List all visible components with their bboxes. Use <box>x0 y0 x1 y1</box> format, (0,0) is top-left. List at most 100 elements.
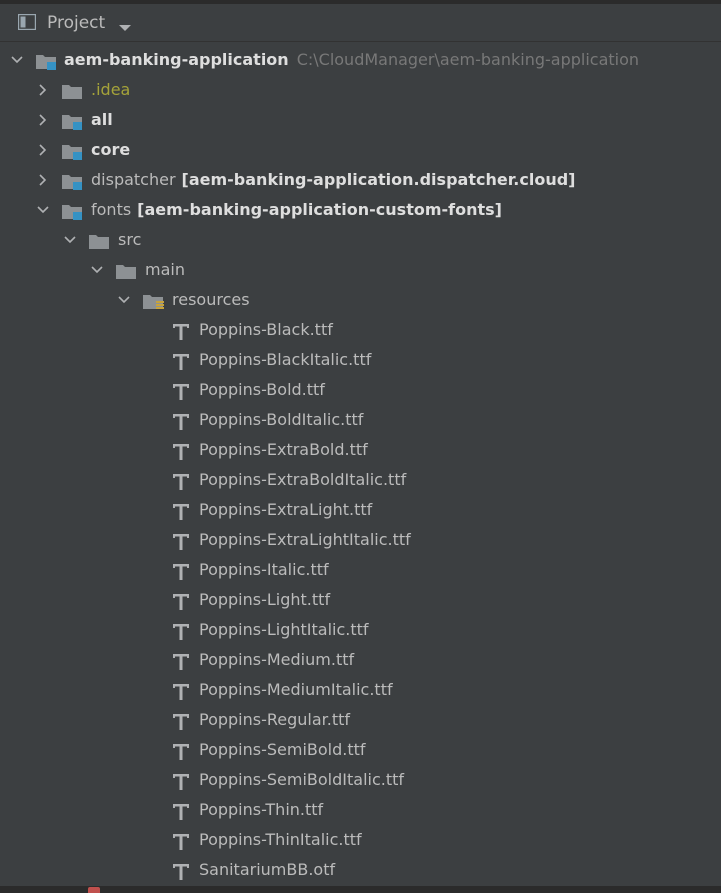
chevron-down-icon[interactable] <box>10 53 24 67</box>
module-folder-icon <box>62 113 84 131</box>
bottom-toolbar <box>0 886 721 893</box>
project-panel-header: Project <box>0 4 721 42</box>
chevron-right-icon[interactable] <box>36 113 50 127</box>
tree-item-label: all <box>91 110 113 129</box>
tree-item-dispatcher[interactable]: dispatcher [aem-banking-application.dispa… <box>0 166 721 196</box>
module-folder-icon <box>62 143 84 161</box>
tree-item-idea[interactable]: .idea <box>0 76 721 106</box>
font-file-icon <box>172 443 190 461</box>
module-folder-icon <box>62 203 84 221</box>
tree-item-file[interactable]: Poppins-Medium.ttf <box>0 646 721 676</box>
tree-item-file[interactable]: Poppins-BoldItalic.ttf <box>0 406 721 436</box>
module-folder-icon <box>62 173 84 191</box>
tree-item-file[interactable]: Poppins-Black.ttf <box>0 316 721 346</box>
tree-item-label: Poppins-ExtraBoldItalic.ttf <box>199 470 407 489</box>
font-file-icon <box>172 563 190 581</box>
project-tree[interactable]: aem-banking-application C:\CloudManager\a… <box>0 46 721 886</box>
tree-item-file[interactable]: Poppins-SemiBold.ttf <box>0 736 721 766</box>
tree-item-file[interactable]: Poppins-ExtraLight.ttf <box>0 496 721 526</box>
tree-item-file[interactable]: Poppins-Bold.ttf <box>0 376 721 406</box>
tree-item-label: aem-banking-application C:\CloudManager\a… <box>64 50 639 69</box>
font-file-icon <box>172 713 190 731</box>
tree-item-label: Poppins-ThinItalic.ttf <box>199 830 362 849</box>
tree-item-label: src <box>118 230 142 249</box>
artifact-name: [aem-banking-application-custom-fonts] <box>137 200 502 219</box>
font-file-icon <box>172 533 190 551</box>
tree-item-fonts[interactable]: fonts [aem-banking-application-custom-fon… <box>0 196 721 226</box>
tree-item-label: Poppins-ExtraLightItalic.ttf <box>199 530 411 549</box>
root-path: C:\CloudManager\aem-banking-application <box>296 50 640 69</box>
tree-item-file[interactable]: Poppins-Thin.ttf <box>0 796 721 826</box>
folder-icon <box>89 233 111 251</box>
font-file-icon <box>172 683 190 701</box>
tree-item-file[interactable]: Poppins-ExtraLightItalic.ttf <box>0 526 721 556</box>
tree-item-label: Poppins-ExtraLight.ttf <box>199 500 373 519</box>
folder-icon <box>62 83 84 101</box>
panel-title: Project <box>47 13 106 33</box>
font-file-icon <box>172 413 190 431</box>
chevron-down-icon[interactable] <box>63 233 77 247</box>
tree-item-resources[interactable]: resources <box>0 286 721 316</box>
tree-item-label: Poppins-SemiBold.ttf <box>199 740 366 759</box>
tree-item-label: main <box>145 260 185 279</box>
tree-item-all[interactable]: all <box>0 106 721 136</box>
font-file-icon <box>172 323 190 341</box>
tree-item-label: Poppins-Italic.ttf <box>199 560 329 579</box>
tree-item-label: dispatcher [aem-banking-application.dispa… <box>91 170 576 189</box>
tree-item-label: Poppins-Regular.ttf <box>199 710 351 729</box>
tree-item-label: SanitariumBB.otf <box>199 860 336 879</box>
tree-item-file[interactable]: Poppins-ExtraBold.ttf <box>0 436 721 466</box>
font-file-icon <box>172 653 190 671</box>
font-file-icon <box>172 623 190 641</box>
tree-item-file[interactable]: Poppins-SemiBoldItalic.ttf <box>0 766 721 796</box>
module-folder-icon <box>36 53 58 71</box>
tree-item-file[interactable]: Poppins-ThinItalic.ttf <box>0 826 721 856</box>
tree-item-file[interactable]: Poppins-Regular.ttf <box>0 706 721 736</box>
font-file-icon <box>172 743 190 761</box>
font-file-icon <box>172 593 190 611</box>
chevron-down-icon[interactable] <box>36 203 50 217</box>
chevron-down-icon[interactable] <box>117 293 131 307</box>
tree-item-file[interactable]: Poppins-ExtraBoldItalic.ttf <box>0 466 721 496</box>
module-name: dispatcher <box>91 170 176 189</box>
font-file-icon <box>172 863 190 881</box>
tree-item-label: .idea <box>91 80 131 99</box>
font-file-icon <box>172 473 190 491</box>
resources-folder-icon <box>143 293 165 311</box>
tree-item-label: fonts [aem-banking-application-custom-fon… <box>91 200 502 219</box>
tree-item-core[interactable]: core <box>0 136 721 166</box>
tree-item-src[interactable]: src <box>0 226 721 256</box>
project-panel-icon <box>17 13 37 31</box>
chevron-down-icon[interactable] <box>90 263 104 277</box>
tree-item-file[interactable]: SanitariumBB.otf <box>0 856 721 886</box>
tree-item-label: resources <box>172 290 250 309</box>
module-name: fonts <box>91 200 132 219</box>
tree-item-label: Poppins-BlackItalic.ttf <box>199 350 372 369</box>
tree-item-root[interactable]: aem-banking-application C:\CloudManager\a… <box>0 46 721 76</box>
chevron-right-icon[interactable] <box>36 173 50 187</box>
font-file-icon <box>172 833 190 851</box>
tree-item-label: Poppins-Bold.ttf <box>199 380 325 399</box>
font-file-icon <box>172 503 190 521</box>
tree-item-file[interactable]: Poppins-BlackItalic.ttf <box>0 346 721 376</box>
tree-item-label: Poppins-LightItalic.ttf <box>199 620 369 639</box>
chevron-down-icon[interactable] <box>118 18 132 31</box>
tree-item-label: core <box>91 140 131 159</box>
tree-item-label: Poppins-Light.ttf <box>199 590 331 609</box>
chevron-right-icon[interactable] <box>36 143 50 157</box>
chevron-right-icon[interactable] <box>36 83 50 97</box>
tree-item-label: Poppins-MediumItalic.ttf <box>199 680 393 699</box>
root-module-name: aem-banking-application <box>64 50 289 69</box>
tree-item-label: Poppins-Medium.ttf <box>199 650 355 669</box>
tree-item-file[interactable]: Poppins-MediumItalic.ttf <box>0 676 721 706</box>
font-file-icon <box>172 803 190 821</box>
tree-item-file[interactable]: Poppins-LightItalic.ttf <box>0 616 721 646</box>
tree-item-label: Poppins-Thin.ttf <box>199 800 324 819</box>
tree-item-label: Poppins-ExtraBold.ttf <box>199 440 368 459</box>
tree-item-file[interactable]: Poppins-Light.ttf <box>0 586 721 616</box>
tree-item-main[interactable]: main <box>0 256 721 286</box>
tree-item-label: Poppins-SemiBoldItalic.ttf <box>199 770 405 789</box>
tree-item-label: Poppins-BoldItalic.ttf <box>199 410 364 429</box>
tree-item-file[interactable]: Poppins-Italic.ttf <box>0 556 721 586</box>
font-file-icon <box>172 353 190 371</box>
